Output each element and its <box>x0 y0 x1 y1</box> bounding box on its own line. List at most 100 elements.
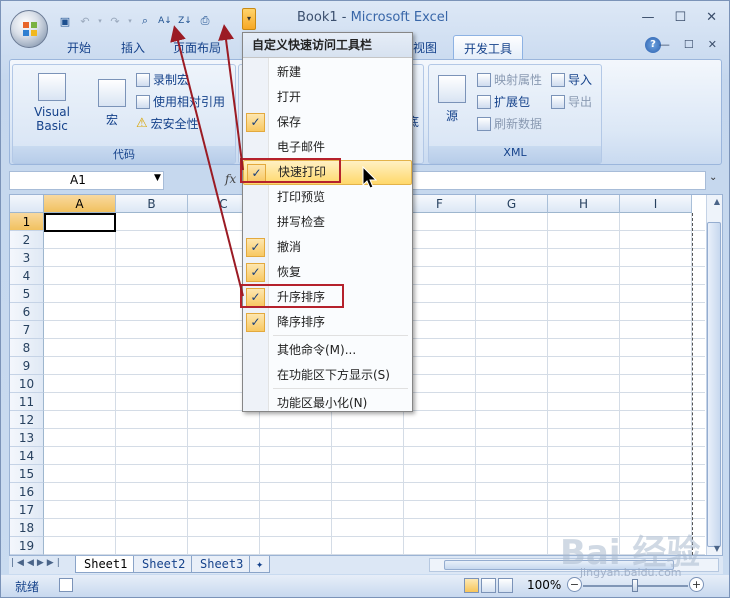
sheet-nav-icons[interactable]: |◀◀▶▶| <box>11 558 63 568</box>
row-header-18[interactable]: 18 <box>10 519 44 537</box>
office-button[interactable] <box>10 10 48 48</box>
macro-record-status-icon[interactable] <box>59 578 73 592</box>
menu-item-label: 恢复 <box>277 265 302 279</box>
row-header-6[interactable]: 6 <box>10 303 44 321</box>
column-header-h[interactable]: H <box>548 195 620 213</box>
tab-page-layout[interactable]: 页面布局 <box>173 39 221 56</box>
zoom-out-button[interactable]: − <box>567 577 582 592</box>
workbook-close-button[interactable]: ✕ <box>708 38 717 51</box>
normal-view-icon[interactable] <box>464 578 479 593</box>
maximize-button[interactable]: ☐ <box>674 10 686 25</box>
row-header-11[interactable]: 11 <box>10 393 44 411</box>
redo-dropdown-icon[interactable]: ▾ <box>126 12 134 30</box>
visual-basic-button[interactable]: Visual Basic <box>19 73 85 133</box>
redo-icon[interactable]: ↷ <box>106 12 124 30</box>
undo-dropdown-icon[interactable]: ▾ <box>96 12 104 30</box>
menu-item-minimize-ribbon[interactable]: 功能区最小化(N) <box>243 391 412 416</box>
insert-function-icon[interactable]: fx <box>225 172 236 186</box>
menu-item-save[interactable]: ✓ 保存 <box>243 110 412 135</box>
customize-qat-button[interactable]: ▾ <box>242 8 256 30</box>
refresh-icon <box>477 116 491 131</box>
row-header-13[interactable]: 13 <box>10 429 44 447</box>
sort-descending-icon[interactable]: Z↓ <box>176 12 194 30</box>
active-cell-a1[interactable] <box>44 213 116 232</box>
page-layout-view-icon[interactable] <box>481 578 496 593</box>
select-all-corner[interactable] <box>10 195 44 213</box>
xml-group: 源 映射属性 扩展包 刷新数据 导入 导出 XML <box>428 64 602 164</box>
scroll-down-icon[interactable]: ▼ <box>714 544 720 553</box>
xml-source-button[interactable]: 源 <box>435 75 469 124</box>
tab-developer[interactable]: 开发工具 <box>453 35 524 60</box>
import-button[interactable]: 导入 <box>551 71 592 88</box>
column-header-i[interactable]: I <box>620 195 692 213</box>
menu-item-spelling[interactable]: 拼写检查 <box>243 210 412 235</box>
refresh-data-button[interactable]: 刷新数据 <box>477 115 542 132</box>
undo-icon[interactable]: ↶ <box>76 12 94 30</box>
zoom-slider-knob[interactable] <box>632 579 638 592</box>
menu-item-new[interactable]: 新建 <box>243 60 412 85</box>
export-button[interactable]: 导出 <box>551 93 592 110</box>
row-header-16[interactable]: 16 <box>10 483 44 501</box>
row-header-2[interactable]: 2 <box>10 231 44 249</box>
row-header-12[interactable]: 12 <box>10 411 44 429</box>
row-header-4[interactable]: 4 <box>10 267 44 285</box>
workbook-restore-button[interactable]: ☐ <box>684 38 694 51</box>
menu-item-label: 降序排序 <box>277 315 326 329</box>
row-header-17[interactable]: 17 <box>10 501 44 519</box>
menu-item-redo[interactable]: ✓ 恢复 <box>243 260 412 285</box>
save-icon[interactable]: ▣ <box>56 12 74 30</box>
column-header-b[interactable]: B <box>116 195 188 213</box>
name-box-dropdown-icon[interactable]: ▼ <box>154 173 161 183</box>
map-properties-button[interactable]: 映射属性 <box>477 71 542 88</box>
scroll-up-icon[interactable]: ▲ <box>714 197 720 206</box>
zoom-in-button[interactable]: + <box>689 577 704 592</box>
menu-item-more-commands[interactable]: 其他命令(M)... <box>243 338 412 363</box>
record-macro-button[interactable]: 录制宏 <box>136 71 189 88</box>
tab-view[interactable]: 视图 <box>413 39 437 56</box>
macro-security-button[interactable]: ⚠ 宏安全性 <box>136 115 199 132</box>
row-header-10[interactable]: 10 <box>10 375 44 393</box>
row-header-1[interactable]: 1 <box>10 213 44 231</box>
menu-item-show-below-ribbon[interactable]: 在功能区下方显示(S) <box>243 363 412 388</box>
menu-item-email[interactable]: 电子邮件 <box>243 135 412 160</box>
sheet-tab-2[interactable]: Sheet2 <box>133 556 195 573</box>
formula-input[interactable] <box>411 171 706 190</box>
sort-ascending-icon[interactable]: A↓ <box>156 12 174 30</box>
insert-sheet-icon[interactable]: ✦ <box>249 556 271 573</box>
menu-item-undo[interactable]: ✓ 撤消 <box>243 235 412 260</box>
row-header-8[interactable]: 8 <box>10 339 44 357</box>
menu-item-print-preview[interactable]: 打印预览 <box>243 185 412 210</box>
macros-button[interactable]: 宏 <box>95 79 129 128</box>
workbook-minimize-button[interactable]: — <box>659 38 670 51</box>
row-header-5[interactable]: 5 <box>10 285 44 303</box>
vertical-scrollbar[interactable]: ▲ ▼ <box>706 195 722 555</box>
vertical-scroll-thumb[interactable] <box>707 222 721 547</box>
row-header-19[interactable]: 19 <box>10 537 44 555</box>
column-header-f[interactable]: F <box>404 195 476 213</box>
sheet-tab-1[interactable]: Sheet1 <box>75 556 137 573</box>
zoom-level[interactable]: 100% <box>527 578 561 592</box>
tab-insert[interactable]: 插入 <box>121 39 145 56</box>
quick-print-icon[interactable]: ⎙ <box>196 12 214 30</box>
page-break-preview-icon[interactable] <box>498 578 513 593</box>
column-header-g[interactable]: G <box>476 195 548 213</box>
row-header-14[interactable]: 14 <box>10 447 44 465</box>
row-header-15[interactable]: 15 <box>10 465 44 483</box>
grid-column-line <box>115 213 116 555</box>
sheet-tab-3[interactable]: Sheet3 <box>191 556 253 573</box>
menu-item-open[interactable]: 打开 <box>243 85 412 110</box>
name-box[interactable]: A1 <box>9 171 164 190</box>
relative-reference-button[interactable]: 使用相对引用 <box>136 93 225 110</box>
menu-separator <box>273 335 408 336</box>
column-header-a[interactable]: A <box>44 195 116 213</box>
expansion-packs-button[interactable]: 扩展包 <box>477 93 530 110</box>
expand-formula-bar-icon[interactable]: ⌄ <box>709 172 717 183</box>
tab-home[interactable]: 开始 <box>67 39 91 56</box>
print-preview-icon[interactable]: ⌕ <box>136 12 154 30</box>
row-header-9[interactable]: 9 <box>10 357 44 375</box>
row-header-7[interactable]: 7 <box>10 321 44 339</box>
minimize-button[interactable]: — <box>641 10 654 25</box>
close-button[interactable]: ✕ <box>706 10 717 25</box>
menu-item-sort-descending[interactable]: ✓ 降序排序 <box>243 310 412 335</box>
row-header-3[interactable]: 3 <box>10 249 44 267</box>
